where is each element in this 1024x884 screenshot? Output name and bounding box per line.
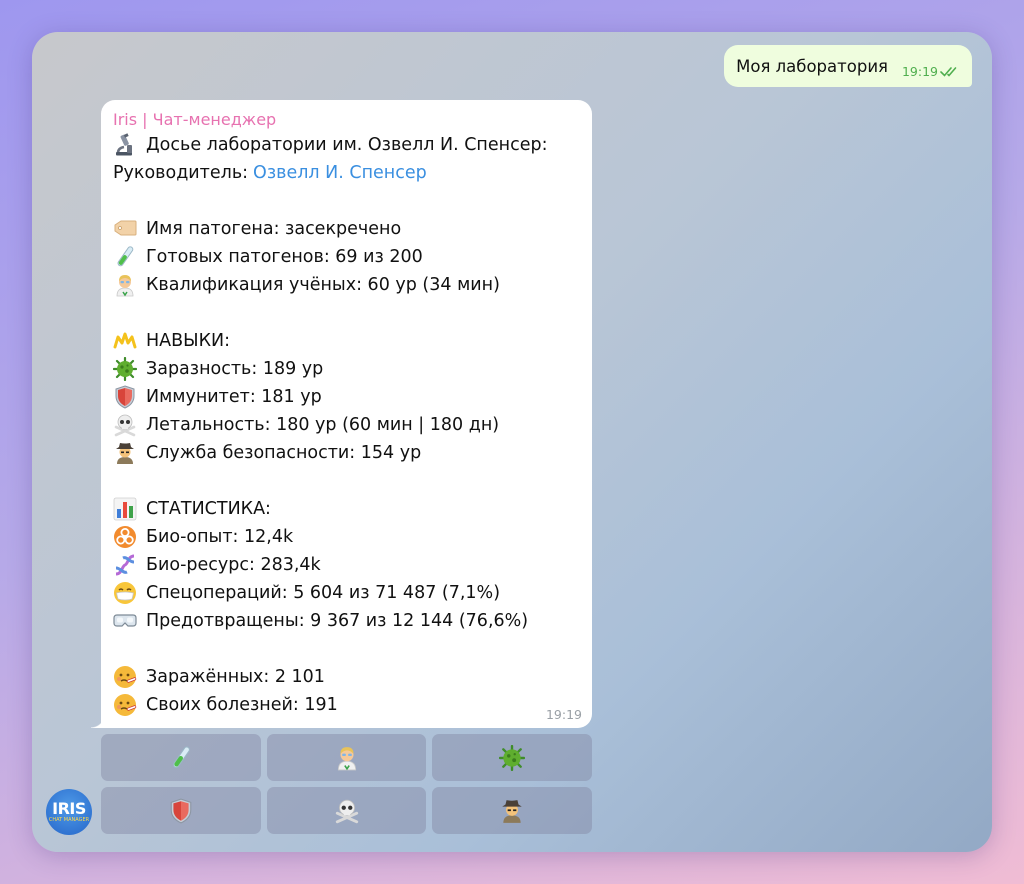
virus-icon xyxy=(113,357,137,381)
test-tube-icon xyxy=(117,246,134,267)
special-operations-line: Спецопераций: 5 604 из 71 487 (7,1%) xyxy=(113,579,580,607)
chat-window: Моя лаборатория 19:19 Iris | Чат-менедже… xyxy=(32,32,992,852)
scientist-icon xyxy=(116,275,134,297)
immunity: Иммунитет: 181 ур xyxy=(146,387,322,407)
bot-avatar[interactable]: IRIS CHAT MANAGER xyxy=(46,789,92,835)
scientist-icon xyxy=(337,746,356,770)
bio-resource: Био-ресурс: 283,4k xyxy=(146,555,321,575)
shield-icon xyxy=(115,385,135,409)
virus-button[interactable] xyxy=(432,734,593,781)
avatar-logo-text: IRIS xyxy=(52,799,86,818)
ready-pathogens: Готовых патогенов: 69 из 200 xyxy=(146,247,423,267)
diseases-line: Своих болезней: 191 xyxy=(113,691,580,719)
face-with-mask-icon xyxy=(114,582,136,604)
head-line: Руководитель: Озвелл И. Спенсер xyxy=(113,159,580,187)
keyboard-row xyxy=(101,787,593,834)
incoming-message[interactable]: Iris | Чат-менеджер Досье лаборатории им… xyxy=(91,100,592,728)
immunity-line: Иммунитет: 181 ур xyxy=(113,383,580,411)
pathogen-name: Имя патогена: засекречено xyxy=(146,219,402,239)
inline-keyboard xyxy=(101,734,593,840)
label-tag-icon xyxy=(114,220,137,236)
infected: Заражённых: 2 101 xyxy=(146,667,325,687)
qualification: Квалификация учёных: 60 ур (34 мин) xyxy=(146,275,500,295)
detective-icon xyxy=(502,799,522,823)
microscope-icon xyxy=(116,133,132,156)
bio-resource-line: Био-ресурс: 283,4k xyxy=(113,551,580,579)
test-tube-button[interactable] xyxy=(101,734,261,781)
shield-button[interactable] xyxy=(101,787,261,834)
own-diseases: Своих болезней: 191 xyxy=(146,695,338,715)
security: Служба безопасности: 154 ур xyxy=(146,443,422,463)
skull-crossbones-icon xyxy=(335,799,358,823)
incoming-message-time: 19:19 xyxy=(545,707,582,722)
special-operations: Спецопераций: 5 604 из 71 487 (7,1%) xyxy=(146,583,501,603)
security-line: Служба безопасности: 154 ур xyxy=(113,439,580,467)
contagion: Заразность: 189 ур xyxy=(146,359,324,379)
outgoing-message[interactable]: Моя лаборатория 19:19 xyxy=(724,45,972,87)
lethality: Летальность: 180 ур (60 мин | 180 дн) xyxy=(146,415,500,435)
outgoing-message-meta: 19:19 xyxy=(902,64,960,79)
ready-pathogens-line: Готовых патогенов: 69 из 200 xyxy=(113,243,580,271)
shield-icon xyxy=(170,798,192,824)
face-with-thermometer-icon xyxy=(114,666,137,688)
stats-header-line: СТАТИСТИКА: xyxy=(113,495,580,523)
bio-experience: Био-опыт: 12,4k xyxy=(146,527,294,547)
qualification-line: Квалификация учёных: 60 ур (34 мин) xyxy=(113,271,580,299)
crown-icon xyxy=(113,332,137,349)
stats-header: СТАТИСТИКА: xyxy=(146,499,271,519)
skills-header-line: НАВЫКИ: xyxy=(113,327,580,355)
detective-icon xyxy=(116,443,134,464)
detective-button[interactable] xyxy=(432,787,593,834)
test-tube-icon xyxy=(172,745,190,768)
outgoing-message-time: 19:19 xyxy=(901,63,938,79)
bar-chart-icon xyxy=(113,497,137,521)
pathogen-name-line: Имя патогена: засекречено xyxy=(113,215,580,243)
keyboard-row xyxy=(101,734,593,781)
skills-header: НАВЫКИ: xyxy=(146,331,230,351)
infected-line: Заражённых: 2 101 xyxy=(113,663,580,691)
goggles-icon xyxy=(113,614,137,627)
dna-icon xyxy=(115,554,135,576)
skull-button[interactable] xyxy=(266,787,427,834)
sender-name[interactable]: Iris | Чат-менеджер xyxy=(113,109,580,131)
contagion-line: Заразность: 189 ур xyxy=(113,355,580,383)
skull-crossbones-icon xyxy=(114,414,136,437)
prevented: Предотвращены: 9 367 из 12 144 (76,6%) xyxy=(146,611,529,631)
lab-title: Досье лаборатории им. Озвелл И. Спенсер: xyxy=(146,135,548,155)
head-link[interactable]: Озвелл И. Спенсер xyxy=(253,159,427,187)
prevented-line: Предотвращены: 9 367 из 12 144 (76,6%) xyxy=(113,607,580,635)
lab-title-line: Досье лаборатории им. Озвелл И. Спенсер: xyxy=(113,131,580,159)
head-label: Руководитель: xyxy=(113,163,249,183)
avatar-logo-subtext: CHAT MANAGER xyxy=(48,817,90,823)
biohazard-icon xyxy=(114,526,136,548)
scientist-button[interactable] xyxy=(266,734,427,781)
double-check-icon xyxy=(940,66,957,77)
virus-icon xyxy=(499,744,526,771)
face-with-thermometer-icon xyxy=(114,694,137,716)
lethality-line: Летальность: 180 ур (60 мин | 180 дн) xyxy=(113,411,580,439)
bio-experience-line: Био-опыт: 12,4k xyxy=(113,523,580,551)
outgoing-message-text: Моя лаборатория xyxy=(736,56,888,76)
